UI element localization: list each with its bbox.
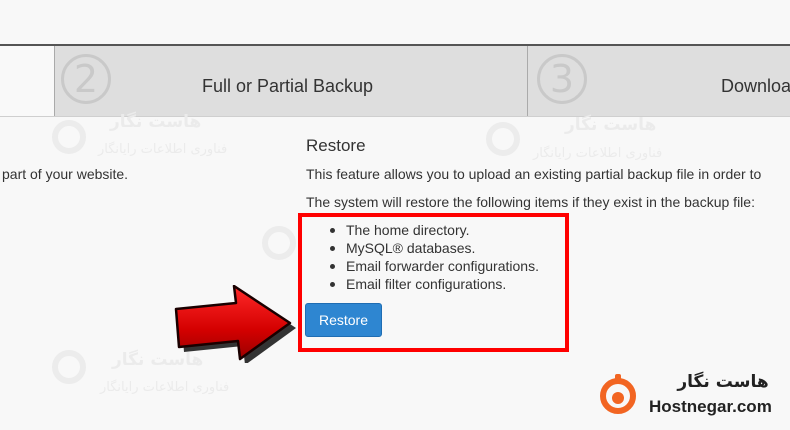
- brand-name-fa: هاست نگار: [677, 372, 769, 392]
- list-item: The home directory.: [330, 221, 539, 239]
- backup-steps-bar: 2 Full or Partial Backup 3 Downloa: [0, 44, 790, 117]
- restore-heading: Restore: [306, 136, 366, 155]
- brand-logo-icon: [600, 374, 636, 414]
- restore-items-list: The home directory. MySQL® databases. Em…: [330, 221, 539, 293]
- restore-description: This feature allows you to upload an exi…: [306, 166, 762, 182]
- step-1-tab[interactable]: [0, 46, 55, 116]
- step-2-tab[interactable]: 2 Full or Partial Backup: [55, 46, 528, 116]
- step-number-badge: 3: [537, 54, 587, 104]
- step-label: Full or Partial Backup: [202, 76, 374, 96]
- arrow-right-icon: [174, 285, 296, 363]
- list-item: Email forwarder configurations.: [330, 258, 539, 274]
- list-item: MySQL® databases.: [330, 239, 539, 257]
- step-3-tab[interactable]: 3 Downloa: [528, 46, 790, 116]
- step-label: Downloa: [721, 76, 790, 96]
- brand-name-en: Hostnegar.com: [649, 397, 772, 416]
- list-item: Email filter configurations.: [330, 275, 539, 293]
- partial-backup-description: part of your website.: [2, 166, 129, 182]
- step-number-badge: 2: [61, 54, 111, 104]
- restore-button[interactable]: Restore: [305, 303, 382, 337]
- restore-items-intro: The system will restore the following it…: [306, 194, 755, 210]
